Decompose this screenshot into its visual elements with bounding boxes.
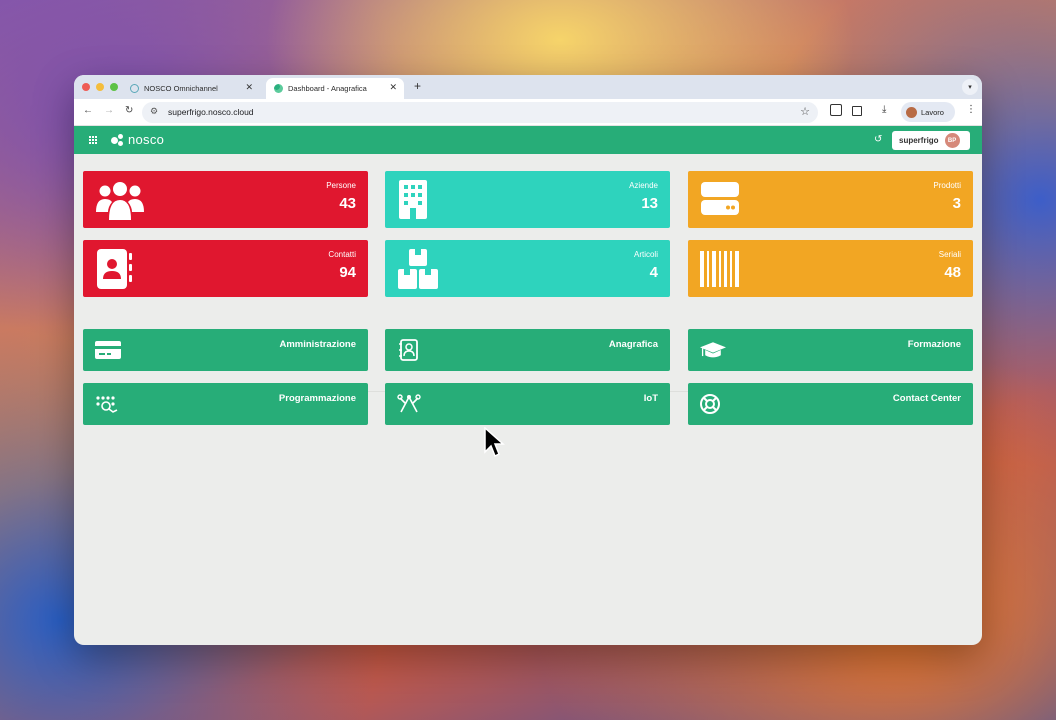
address-book-icon	[97, 249, 132, 289]
download-icon[interactable]: ⤓	[882, 104, 886, 115]
lifebuoy-icon	[700, 394, 720, 414]
building-icon	[399, 180, 427, 219]
contact-card-icon	[399, 339, 418, 361]
tab-strip: NOSCO Omnichannel ✕ Dashboard - Anagrafi…	[74, 75, 982, 99]
module-label: Programmazione	[278, 393, 356, 404]
tab-search-button[interactable]: ▾	[962, 79, 978, 95]
bookmark-star-icon[interactable]: ☆	[800, 105, 810, 118]
globe-icon	[130, 84, 139, 93]
module-label: Contact Center	[892, 393, 961, 404]
profile-name: Lavoro	[921, 107, 944, 117]
new-tab-button[interactable]: +	[414, 79, 421, 93]
nosco-logo[interactable]: nosco	[111, 132, 164, 147]
barcode-icon	[700, 251, 739, 287]
module-label: Formazione	[907, 339, 961, 350]
stat-value: 13	[641, 195, 658, 212]
stat-value: 3	[952, 195, 961, 212]
browser-menu-icon[interactable]: ⋮	[966, 104, 976, 115]
stat-card-contatti[interactable]: Contatti 94	[83, 240, 368, 297]
module-iot[interactable]: IoT	[385, 383, 670, 425]
stat-label: Contatti	[328, 250, 356, 259]
boxes-icon	[398, 249, 438, 289]
graduation-cap-icon	[700, 342, 726, 358]
logo-text: nosco	[128, 132, 165, 147]
tab-dashboard-anagrafica[interactable]: Dashboard - Anagrafica ✕	[266, 78, 404, 99]
forward-arrow-icon[interactable]: →	[104, 105, 114, 116]
people-icon	[96, 182, 144, 220]
stat-label: Aziende	[629, 181, 658, 190]
server-icon	[701, 182, 739, 215]
stat-value: 43	[339, 195, 356, 212]
stat-card-aziende[interactable]: Aziende 13	[385, 171, 670, 228]
stat-label: Articoli	[633, 250, 658, 259]
module-label: Amministrazione	[279, 339, 356, 350]
profile-button[interactable]: Lavoro	[901, 102, 955, 122]
app-header: nosco ↺ superfrigo BP	[74, 126, 982, 154]
close-tab-icon[interactable]: ✕	[389, 82, 397, 93]
stat-card-seriali[interactable]: Seriali 48	[688, 240, 973, 297]
address-bar[interactable]: ⚙ superfrigo.nosco.cloud ☆	[142, 102, 818, 123]
module-label: Anagrafica	[608, 339, 658, 350]
close-tab-icon[interactable]: ✕	[245, 82, 253, 93]
workflow-icon	[96, 396, 118, 413]
maximize-window-button[interactable]	[110, 83, 118, 91]
browser-toolbar: ← → ↻ ⚙ superfrigo.nosco.cloud ☆ ⤓ Lavor…	[74, 99, 982, 126]
minimize-window-button[interactable]	[96, 83, 104, 91]
stat-label: Persone	[326, 181, 356, 190]
close-window-button[interactable]	[82, 83, 90, 91]
url-text[interactable]: superfrigo.nosco.cloud	[168, 107, 254, 117]
reload-icon[interactable]: ↻	[125, 105, 133, 116]
user-avatar: BP	[944, 133, 960, 148]
avatar	[906, 106, 917, 118]
window-controls	[82, 83, 118, 91]
module-contact-center[interactable]: Contact Center	[688, 383, 973, 425]
logo-mark-icon	[111, 133, 125, 147]
dashboard-content: Persone 43 Aziende 13 Prodotti 3 Contatt…	[74, 154, 982, 645]
stat-label: Seriali	[938, 250, 961, 259]
module-formazione[interactable]: Formazione	[688, 329, 973, 371]
stat-value: 4	[649, 264, 658, 281]
module-anagrafica[interactable]: Anagrafica	[385, 329, 670, 371]
extension-icon[interactable]	[830, 104, 842, 116]
stat-value: 48	[944, 264, 961, 281]
module-amministrazione[interactable]: Amministrazione	[83, 329, 368, 371]
tab-nosco-omnichannel[interactable]: NOSCO Omnichannel ✕	[122, 78, 260, 99]
browser-window: NOSCO Omnichannel ✕ Dashboard - Anagrafi…	[74, 75, 982, 645]
user-name: superfrigo	[899, 136, 939, 145]
tab-title: Dashboard - Anagrafica	[288, 84, 367, 93]
mouse-pointer-icon	[484, 427, 505, 458]
extensions-puzzle-icon[interactable]	[851, 104, 863, 116]
module-programmazione[interactable]: Programmazione	[83, 383, 368, 425]
credit-card-icon	[95, 341, 121, 359]
user-menu-button[interactable]: superfrigo BP	[892, 131, 970, 150]
nosco-favicon-icon	[274, 84, 283, 93]
back-arrow-icon[interactable]: ←	[83, 105, 93, 116]
stat-card-persone[interactable]: Persone 43	[83, 171, 368, 228]
stat-card-articoli[interactable]: Articoli 4	[385, 240, 670, 297]
history-icon[interactable]: ↺	[874, 134, 882, 145]
stat-card-prodotti[interactable]: Prodotti 3	[688, 171, 973, 228]
iot-icon	[397, 394, 421, 413]
module-label: IoT	[643, 393, 658, 404]
stat-value: 94	[339, 264, 356, 281]
stat-label: Prodotti	[933, 181, 961, 190]
site-settings-icon[interactable]: ⚙	[150, 106, 158, 117]
apps-grid-icon[interactable]	[89, 136, 97, 144]
tab-title: NOSCO Omnichannel	[144, 84, 218, 93]
